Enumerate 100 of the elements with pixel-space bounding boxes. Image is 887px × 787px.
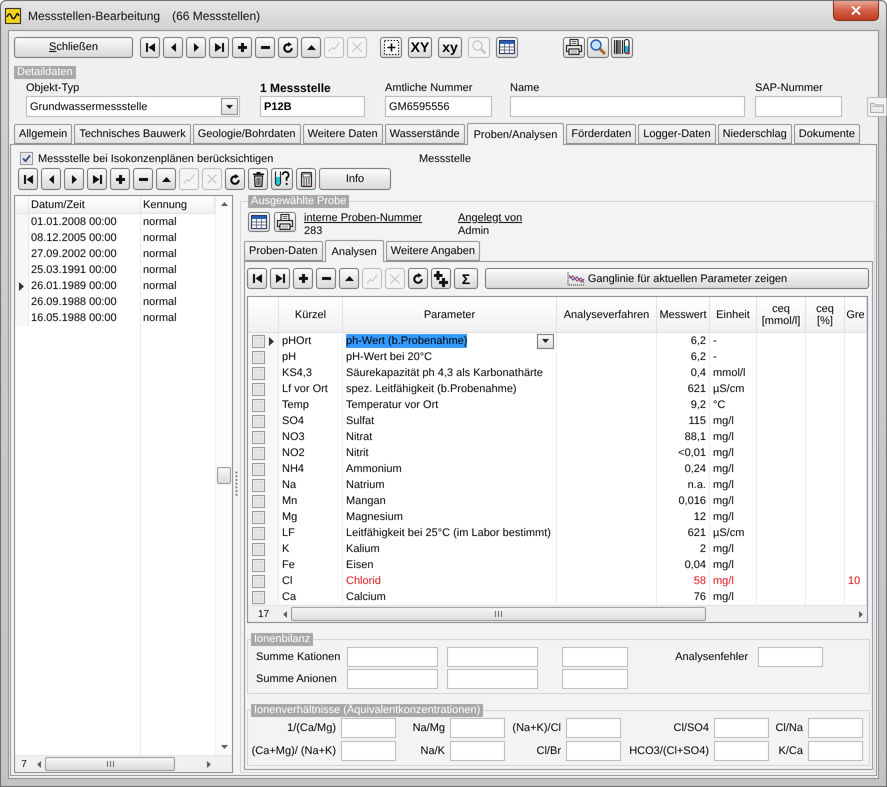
column-header[interactable]: Parameter — [343, 297, 557, 332]
tab[interactable]: Logger-Daten — [638, 124, 716, 144]
ratio-field[interactable] — [450, 718, 505, 738]
last-button[interactable] — [270, 268, 290, 289]
tab[interactable]: Weitere Angaben — [386, 241, 480, 261]
first-button[interactable] — [140, 36, 160, 58]
scrollbar-thumb[interactable] — [291, 607, 706, 621]
value-field[interactable] — [562, 669, 628, 689]
toolbar-button[interactable]: Σ — [454, 268, 478, 289]
add-button[interactable] — [110, 168, 130, 190]
refresh-button[interactable] — [278, 36, 298, 58]
ratio-field[interactable] — [566, 741, 621, 761]
checkbox[interactable] — [252, 526, 265, 540]
next-button[interactable] — [186, 36, 206, 58]
selected-text[interactable]: ph-Wert (b.Probenahme) — [346, 334, 468, 348]
checkbox[interactable] — [252, 414, 265, 428]
up-button[interactable] — [339, 268, 359, 289]
scroll-down-icon[interactable] — [220, 745, 228, 749]
tab[interactable]: Technisches Bauwerk — [74, 124, 191, 144]
dropdown-button[interactable] — [221, 98, 238, 115]
add-button[interactable] — [293, 268, 313, 289]
ratio-field[interactable] — [714, 741, 769, 761]
checkbox[interactable] — [252, 478, 265, 492]
checkbox[interactable] — [252, 382, 265, 396]
checkbox[interactable] — [252, 494, 265, 508]
tab[interactable]: Analysen — [324, 240, 384, 262]
checkbox[interactable] — [252, 462, 265, 476]
zoom-button[interactable] — [587, 36, 609, 58]
text-field[interactable]: GM6595556 — [385, 96, 492, 117]
value-field[interactable] — [447, 647, 538, 667]
last-button[interactable] — [87, 168, 107, 190]
chart-button[interactable]: Ganglinie für aktuellen Parameter zeigen — [485, 268, 869, 289]
text-field[interactable] — [510, 96, 745, 117]
scroll-up-icon[interactable] — [220, 202, 228, 206]
info-button[interactable]: Info — [319, 168, 391, 190]
previous-button[interactable] — [163, 36, 183, 58]
table-button[interactable] — [248, 212, 270, 232]
first-button[interactable] — [247, 268, 267, 289]
tab[interactable]: Wasserstände — [384, 124, 465, 144]
tab[interactable]: Allgemein — [14, 124, 72, 144]
tube-button[interactable] — [271, 168, 293, 190]
folder-button[interactable] — [867, 97, 887, 117]
scroll-left-icon[interactable] — [37, 760, 41, 768]
checkbox[interactable] — [252, 430, 265, 444]
frame-button[interactable] — [380, 36, 402, 58]
first-button[interactable] — [18, 168, 38, 190]
checkbox[interactable] — [252, 398, 265, 412]
remove-button[interactable] — [133, 168, 153, 190]
tab[interactable]: Förderdaten — [566, 124, 636, 144]
scroll-right-icon[interactable] — [207, 760, 211, 768]
info-link[interactable]: interne Proben-Nummer — [304, 212, 422, 225]
column-header[interactable]: ceq [mmol/l] — [757, 297, 806, 332]
ratio-field[interactable] — [808, 741, 863, 761]
checkbox[interactable] — [20, 152, 33, 165]
text-field[interactable] — [755, 96, 842, 117]
value-field[interactable] — [447, 669, 538, 689]
ratio-field[interactable] — [450, 741, 505, 761]
refresh-button[interactable] — [408, 268, 428, 289]
tab[interactable]: Proben/Analysen — [466, 123, 564, 145]
combo-box[interactable]: Grundwassermessstelle — [26, 96, 240, 117]
calculator-button[interactable] — [296, 168, 316, 190]
previous-button[interactable] — [41, 168, 61, 190]
last-button[interactable] — [209, 36, 229, 58]
refresh-button[interactable] — [225, 168, 245, 190]
tab[interactable]: Niederschlag — [718, 124, 792, 144]
text-field[interactable]: P12B — [260, 96, 365, 117]
column-header[interactable]: Analyseverfahren — [557, 297, 657, 332]
dropdown-button[interactable] — [537, 334, 554, 348]
tab[interactable]: Weitere Daten — [302, 124, 383, 144]
checkbox[interactable] — [252, 350, 265, 364]
checkbox[interactable] — [252, 558, 265, 572]
splitter-grip-icon[interactable] — [235, 471, 238, 497]
remove-button[interactable] — [316, 268, 336, 289]
close-window-button[interactable]: Schließen — [14, 36, 133, 58]
tab[interactable]: Dokumente — [794, 124, 860, 144]
value-field[interactable] — [562, 647, 628, 667]
info-link[interactable]: Angelegt von — [458, 212, 522, 225]
checkbox[interactable] — [252, 574, 265, 588]
ratio-field[interactable] — [566, 718, 621, 738]
value-field[interactable] — [347, 647, 438, 667]
row-header[interactable] — [248, 333, 279, 349]
checkbox[interactable] — [252, 334, 265, 348]
delete-button[interactable] — [248, 168, 268, 190]
add-multiple-button[interactable] — [431, 268, 451, 289]
value-field[interactable] — [347, 669, 438, 689]
up-button[interactable] — [156, 168, 176, 190]
up-button[interactable] — [301, 36, 321, 58]
remove-button[interactable] — [255, 36, 275, 58]
close-button[interactable] — [833, 1, 879, 21]
column-header[interactable]: Einheit — [710, 297, 757, 332]
ratio-field[interactable] — [341, 741, 396, 761]
tab[interactable]: Proben-Daten — [244, 241, 322, 261]
scrollbar-thumb[interactable] — [217, 467, 231, 484]
add-button[interactable] — [232, 36, 252, 58]
scroll-right-icon[interactable] — [859, 610, 863, 618]
checkbox[interactable] — [252, 590, 265, 604]
toolbar-button[interactable]: xy — [438, 36, 462, 58]
scroll-left-icon[interactable] — [283, 610, 287, 618]
column-header[interactable]: Kürzel — [279, 297, 343, 332]
barcode-button[interactable] — [611, 36, 633, 58]
